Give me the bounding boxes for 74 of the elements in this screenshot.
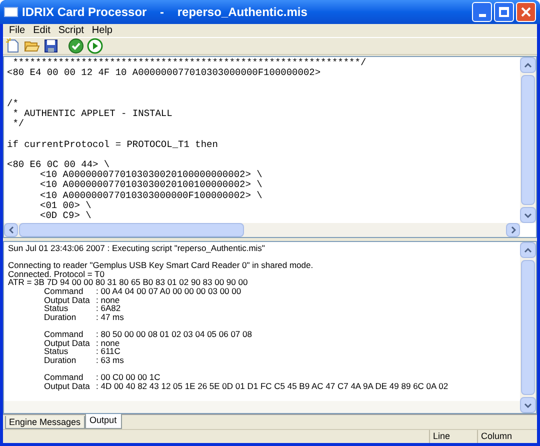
vertical-scrollbar[interactable]: [520, 242, 536, 413]
log-field-label: Status: [44, 304, 68, 313]
code-line: <0D C9> \: [40, 210, 92, 222]
play-icon[interactable]: [87, 38, 103, 54]
code-line: <80 E4 00 00 12 4F 10 A000000077010303000000F100000002>: [7, 68, 321, 78]
code-line: /*: [7, 98, 18, 109]
code-line: <10 A0000000770103030020100100000002> \: [40, 180, 262, 191]
maximize-icon: [499, 7, 509, 17]
log-field-value: : 611C: [96, 347, 120, 356]
minimize-button[interactable]: [472, 2, 492, 22]
log-field-label: Duration: [44, 312, 78, 322]
code-line: <01 00> \: [40, 200, 92, 211]
status-pane: Column: [477, 430, 525, 444]
tab[interactable]: Engine Messages: [5, 416, 85, 429]
down-chevron-icon: [524, 402, 532, 408]
log-field-value: : 00 C0 00 00 1C: [96, 372, 160, 382]
scroll-right-button[interactable]: [506, 223, 520, 237]
status-pane: Line: [429, 430, 477, 444]
right-chevron-icon: [510, 226, 516, 234]
log-field-label: Duration: [44, 356, 78, 364]
window-title: IDRIX Card Processor - reperso_Authentic.mis: [22, 4, 308, 21]
log-field-label: Command: [44, 330, 84, 339]
scroll-down-button[interactable]: [520, 397, 536, 413]
menu-item[interactable]: Script: [54, 25, 88, 37]
menu-item[interactable]: File: [5, 25, 30, 37]
scroll-up-button[interactable]: [520, 57, 536, 73]
checkmark-icon[interactable]: [68, 38, 84, 54]
left-chevron-icon: [8, 226, 14, 234]
scroll-down-button[interactable]: [520, 207, 536, 223]
log-field-value: : 6A82: [96, 304, 121, 313]
tab[interactable]: Output: [84, 414, 122, 429]
scroll-thumb[interactable]: [19, 223, 244, 237]
log-field-value: : none: [96, 338, 120, 348]
log-field-label: Output Data: [44, 296, 91, 304]
log-field-label: Output Data: [44, 338, 91, 348]
minimize-icon: [478, 14, 486, 17]
scroll-thumb[interactable]: [521, 260, 535, 395]
code-line: <80 E6 0C 00 44> \: [7, 160, 110, 170]
code-line: <10 A0000000770103030020100000000002> \: [40, 170, 262, 180]
log-field-value: : 4D 00 40 82 43 12 05 1E 26 5E 0D 01 D1 FC C5 45 B9 AC 47 C7 4A 9A DE 49 89 6C 0A 02: [96, 382, 448, 390]
log-field-value: : 63 ms: [96, 356, 124, 364]
log-field-label: Status: [44, 347, 68, 356]
log-line: Sun Jul 01 23:43:06 2007 : Executing script "reperso_Authentic.mis": [8, 244, 265, 253]
up-chevron-icon: [524, 248, 532, 252]
log-line: ATR = 3B 7D 94 00 00 80 31 80 65 B0 83 01 02 90 83 00 90 00: [8, 278, 248, 287]
menu-item[interactable]: Help: [88, 25, 116, 37]
log-field-value: : 00 A4 04 00 07 A0 00 00 00 03 00 00: [96, 286, 242, 296]
horizontal-scrollbar[interactable]: [4, 223, 520, 237]
maximize-button[interactable]: [494, 2, 514, 22]
scroll-thumb[interactable]: [521, 75, 535, 205]
log-field-label: Command: [44, 286, 84, 296]
code-line: *************************************************************/: [12, 58, 366, 68]
down-chevron-icon: [524, 212, 532, 218]
window-icon: [4, 7, 18, 17]
log-field-label: Output Data: [44, 382, 91, 390]
up-chevron-icon: [524, 62, 532, 68]
log-field-value: : 80 50 00 00 08 01 02 03 04 05 06 07 08: [96, 330, 252, 339]
scroll-up-button[interactable]: [520, 242, 536, 258]
log-field-value: : 47 ms: [96, 312, 124, 322]
log-field-value: : none: [96, 296, 120, 304]
log-field-label: Command: [44, 372, 84, 382]
code-line: <10 A000000077010303000000F100000002> \: [40, 190, 262, 201]
code-line: * AUTHENTIC APPLET - INSTALL: [12, 108, 172, 119]
code-line: */: [12, 119, 24, 130]
scroll-left-button[interactable]: [4, 223, 18, 237]
close-button[interactable]: [516, 2, 536, 22]
code-line: if currentProtocol = PROTOCOL_T1 then: [7, 140, 218, 150]
vertical-scrollbar[interactable]: [520, 57, 536, 223]
log-line: Connected. Protocol = T0: [8, 270, 104, 278]
menu-item[interactable]: Edit: [29, 25, 54, 37]
script-editor[interactable]: [3, 56, 537, 238]
close-icon: [521, 7, 531, 17]
new-file-icon[interactable]: [5, 38, 21, 54]
log-line: Connecting to reader "Gemplus USB Key Smart Card Reader 0" in shared mode.: [8, 261, 314, 270]
